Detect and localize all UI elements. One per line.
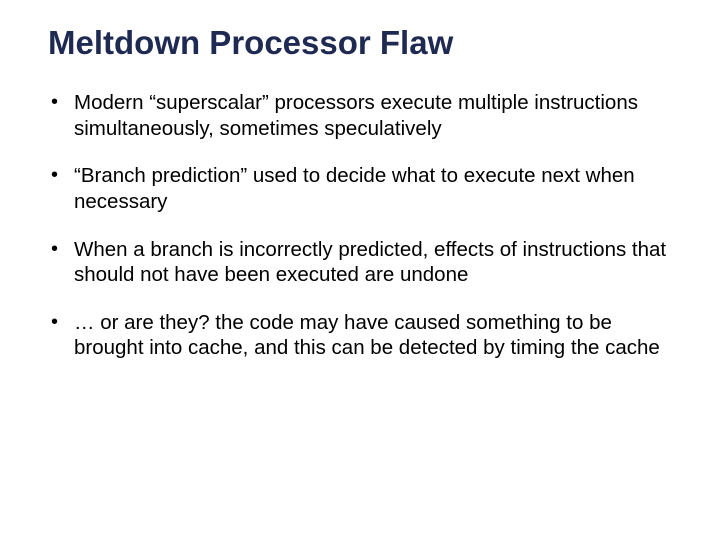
slide-title: Meltdown Processor Flaw [48,24,672,62]
slide: Meltdown Processor Flaw Modern “supersca… [0,0,720,540]
list-item: Modern “superscalar” processors execute … [48,90,672,141]
bullet-list: Modern “superscalar” processors execute … [48,90,672,361]
list-item: … or are they? the code may have caused … [48,310,672,361]
list-item: “Branch prediction” used to decide what … [48,163,672,214]
list-item: When a branch is incorrectly predicted, … [48,237,672,288]
